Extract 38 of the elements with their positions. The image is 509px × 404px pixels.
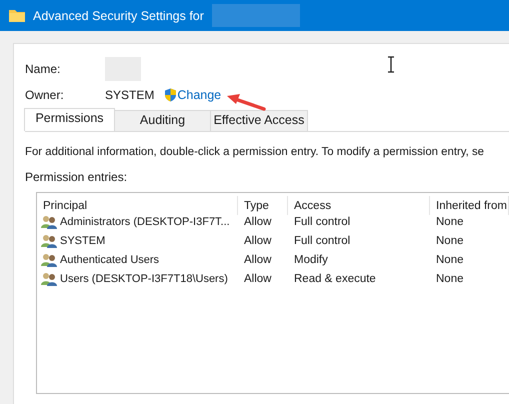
folder-icon bbox=[9, 9, 25, 22]
entries-label: Permission entries: bbox=[25, 170, 128, 184]
table-cell: Read & execute bbox=[294, 272, 376, 284]
users-icon bbox=[41, 272, 57, 286]
tab[interactable]: Permissions bbox=[24, 108, 115, 131]
users-icon bbox=[41, 252, 57, 266]
column-header[interactable]: Inherited from bbox=[430, 196, 509, 215]
users-icon bbox=[41, 214, 57, 228]
name-label: Name: bbox=[25, 62, 62, 76]
table-cell: None bbox=[436, 216, 464, 228]
table-cell: Authenticated Users bbox=[60, 254, 160, 266]
table-cell: Administrators (DESKTOP-I3F7T... bbox=[60, 216, 230, 228]
tab[interactable]: Effective Access bbox=[210, 110, 308, 131]
table-cell: Full control bbox=[294, 234, 350, 246]
table-cell: Allow bbox=[244, 254, 272, 266]
table-cell: None bbox=[436, 272, 464, 284]
change-link[interactable]: Change bbox=[177, 88, 222, 102]
column-header[interactable]: Principal bbox=[37, 196, 238, 215]
table-cell: None bbox=[436, 254, 464, 266]
arrow-annotation bbox=[227, 94, 266, 111]
table-cell: Full control bbox=[294, 216, 350, 228]
table-cell: Modify bbox=[294, 254, 328, 266]
column-header[interactable]: Type bbox=[238, 196, 288, 215]
table-cell: Allow bbox=[244, 272, 272, 284]
owner-label: Owner: bbox=[25, 88, 65, 102]
table-cell: Allow bbox=[244, 234, 272, 246]
users-icon bbox=[41, 234, 57, 248]
shield-icon bbox=[164, 88, 178, 102]
table-cell: Users (DESKTOP-I3F7T18\Users) bbox=[60, 272, 228, 284]
table-cell: SYSTEM bbox=[60, 234, 106, 246]
info-text: For additional information, double-click a permission entry. To modify a permission entry, se bbox=[25, 146, 485, 158]
window-title: Advanced Security Settings for bbox=[33, 8, 204, 22]
tab[interactable]: Auditing bbox=[114, 110, 211, 131]
table-cell: Allow bbox=[244, 216, 272, 228]
table-cell: None bbox=[436, 234, 464, 246]
text-cursor-icon bbox=[387, 56, 395, 73]
column-header[interactable]: Access bbox=[288, 196, 430, 215]
owner-value: SYSTEM bbox=[105, 88, 154, 102]
